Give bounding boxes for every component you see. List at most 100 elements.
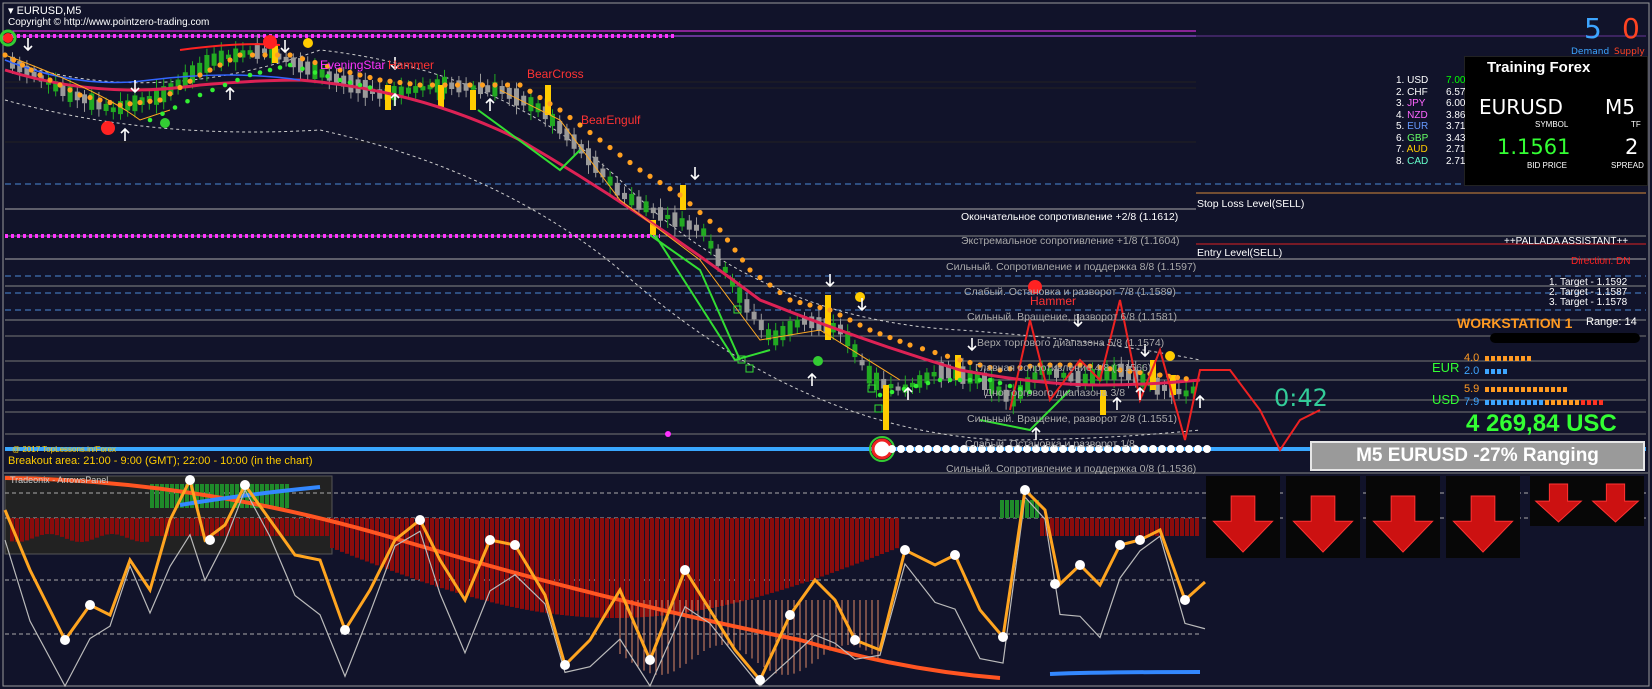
- collapse-triangle-icon[interactable]: ▾: [8, 5, 14, 17]
- level-label-8: Дно торгового диапазона 3/8: [985, 387, 1126, 399]
- trailing-dot: [287, 52, 293, 58]
- strength-bar-segment: [1491, 400, 1495, 405]
- trailing-dot: [312, 59, 318, 66]
- histogram-bar-bear: [590, 518, 594, 618]
- candle-body: [629, 193, 635, 206]
- spread-caption: SPREAD: [1611, 161, 1644, 170]
- histogram-bar-bear: [65, 518, 69, 539]
- usd-label: USD: [1432, 392, 1460, 407]
- candle-body-highlight: [680, 185, 686, 210]
- strength-bar-segment: [1509, 356, 1513, 361]
- histogram-bar-bear: [360, 518, 364, 560]
- support-dot: [347, 80, 353, 85]
- histogram-bar-bear: [145, 518, 149, 542]
- workstation-range: Range: 14: [1586, 316, 1637, 328]
- support-dot: [357, 82, 363, 88]
- histogram-bar-bear: [35, 518, 39, 537]
- candle-body: [658, 207, 663, 221]
- strength-bar-segment: [1503, 369, 1507, 374]
- strength-row: 3. JPY 6.00: [1396, 98, 1466, 109]
- histogram-bar-bull: [275, 484, 279, 508]
- oscillator-point: [60, 635, 70, 645]
- histogram-bar-bear: [790, 518, 794, 587]
- support-dot: [977, 377, 983, 383]
- histogram-bar-bear: [870, 518, 874, 558]
- pattern-hammer-2: Hammer: [1030, 294, 1077, 308]
- strength-bar-segment: [1497, 369, 1501, 374]
- trailing-dot: [492, 82, 498, 88]
- histogram-bar-bear: [860, 518, 864, 562]
- histogram-bar-bear: [1145, 518, 1149, 536]
- candle-body: [686, 220, 692, 230]
- candle-body: [895, 386, 901, 391]
- histogram-bar-bear: [775, 518, 779, 592]
- histogram-bar-bear: [550, 518, 554, 614]
- level-label-11: Сильный. Сопротивление и поддержка 0/8 (…: [946, 463, 1197, 475]
- histogram-bar-bear: [235, 518, 239, 536]
- candle-body: [1082, 373, 1088, 385]
- histogram-bar-bear: [205, 518, 209, 536]
- trailing-dot: [11, 57, 17, 63]
- histogram-bar-bear: [795, 518, 799, 586]
- chain-dot: [915, 445, 923, 453]
- histogram-bar-bear: [140, 518, 144, 542]
- level-label-2: Экстремальное сопротивление +1/8 (1.1604…: [961, 235, 1180, 247]
- status-banner: M5 EURUSD -27% Ranging: [1310, 441, 1645, 471]
- histogram-bar-bear: [175, 518, 179, 536]
- candle-timer: 0:42: [1274, 384, 1328, 412]
- trailing-dot: [827, 307, 833, 313]
- histogram-bar-bear: [865, 518, 869, 560]
- trailing-dot: [504, 82, 511, 88]
- histogram-bar-bear: [365, 518, 369, 562]
- level-label-5: Сильный. Вращение, разворот 6/8 (1.1581): [967, 311, 1177, 323]
- level-label-10: Слабый. Остановка и разворот 1/8: [965, 438, 1135, 450]
- support-dot: [300, 66, 305, 72]
- oscillator-point: [900, 545, 910, 555]
- account-balance: 4 269,84 USC: [1466, 410, 1617, 437]
- histogram-bar-bear: [840, 518, 844, 570]
- candle-body: [931, 371, 937, 377]
- trailing-dot: [757, 274, 763, 281]
- support-dot: [247, 72, 253, 78]
- candle-body: [780, 325, 786, 341]
- chain-dot: [1167, 445, 1175, 453]
- histogram-bar-bear: [1055, 518, 1059, 536]
- trailing-dot: [697, 209, 703, 216]
- candle-body: [665, 214, 671, 219]
- histogram-bar-bear: [55, 518, 59, 536]
- trailing-dot: [857, 322, 863, 328]
- support-dot: [222, 82, 228, 88]
- histogram-bar-bull: [285, 484, 289, 508]
- chain-dot: [924, 445, 932, 453]
- chain-dot: [933, 445, 941, 453]
- trailing-dot: [367, 74, 373, 81]
- subwindow-title: Tradeonix - ArrowsPanel: [10, 475, 109, 485]
- trailing-dot: [47, 77, 53, 83]
- histogram-bar-bear: [95, 518, 99, 538]
- candle-body: [751, 311, 757, 320]
- trailing-dot: [537, 94, 543, 101]
- strength-bar-segment: [1485, 369, 1489, 374]
- level-label-9: Сильный. Вращение, разворот 2/8 (1.1551): [967, 413, 1177, 425]
- support-dot: [197, 92, 203, 98]
- histogram-bar-bear: [695, 518, 699, 611]
- workstation-title: WORKSTATION 1: [1457, 315, 1573, 331]
- trailing-dot: [777, 289, 783, 296]
- oscillator-point: [998, 632, 1008, 642]
- trailing-dot: [517, 82, 523, 88]
- oscillator-point: [1115, 540, 1125, 550]
- level-label-3: Сильный. Сопротивление и поддержка 8/8 (…: [946, 261, 1197, 273]
- histogram-bar-bear: [875, 518, 879, 556]
- histogram-bar-bear: [1180, 518, 1184, 536]
- support-dot: [967, 377, 973, 383]
- histogram-bar-bear: [505, 518, 509, 606]
- copyright-label: Copyright © http://www.pointzero-trading…: [8, 17, 210, 28]
- candle-body: [636, 196, 642, 210]
- strength-bar-segment: [1491, 369, 1495, 374]
- trailing-dot: [587, 129, 593, 136]
- histogram-bar-bear: [195, 518, 199, 536]
- histogram-bar-bear: [500, 518, 504, 605]
- trailing-dot: [657, 179, 663, 186]
- trailing-dot: [724, 237, 731, 243]
- tf-value: M5: [1605, 95, 1635, 119]
